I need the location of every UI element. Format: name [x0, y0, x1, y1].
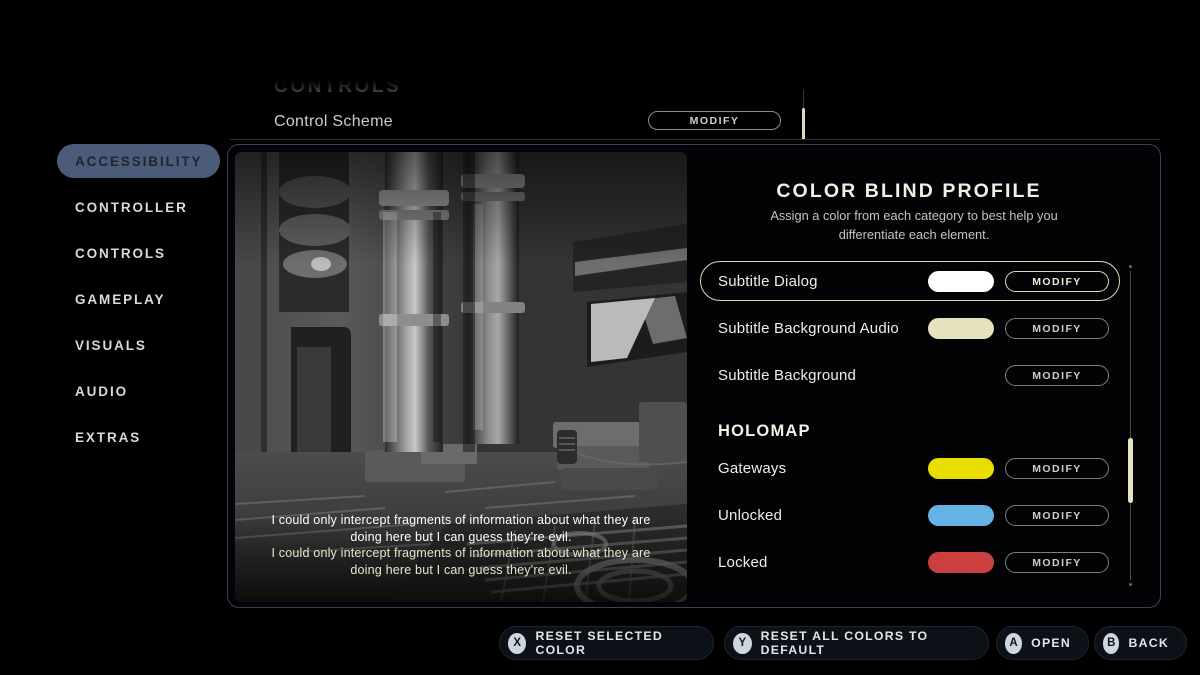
row-label: Locked — [718, 554, 768, 571]
group-heading-label: HOLOMAP — [718, 422, 811, 440]
setting-row-gateways[interactable]: Gateways MODIFY — [694, 445, 1134, 492]
modify-button[interactable]: MODIFY — [1005, 318, 1109, 339]
modify-button[interactable]: MODIFY — [1005, 505, 1109, 526]
background-section-heading: CONTROLS — [274, 76, 402, 97]
game-preview-image: I could only intercept fragments of info… — [235, 152, 687, 602]
sidebar-item-label: GAMEPLAY — [75, 291, 166, 307]
row-label: Unlocked — [718, 507, 783, 524]
modify-button[interactable]: MODIFY — [1005, 458, 1109, 479]
color-swatch[interactable] — [928, 552, 994, 573]
page-description: Assign a color from each category to bes… — [770, 208, 1058, 242]
background-divider — [230, 139, 1160, 140]
row-label: Subtitle Dialog — [718, 273, 818, 290]
setting-row-unlocked[interactable]: Unlocked MODIFY — [694, 492, 1134, 539]
button-prompt-bar: X RESET SELECTED COLOR Y RESET ALL COLOR… — [0, 626, 1200, 662]
color-blind-profile-panel: I could only intercept fragments of info… — [227, 144, 1161, 608]
setting-row-subtitle-background[interactable]: Subtitle Background MODIFY — [694, 352, 1134, 399]
setting-row-subtitle-dialog[interactable]: Subtitle Dialog MODIFY — [694, 258, 1134, 305]
sidebar-item-label: CONTROLS — [75, 245, 166, 261]
sidebar-item-audio[interactable]: AUDIO — [57, 374, 146, 408]
page-title: COLOR BLIND PROFILE — [776, 180, 1042, 202]
sidebar-item-controller[interactable]: CONTROLLER — [57, 190, 206, 224]
sidebar-item-extras[interactable]: EXTRAS — [57, 420, 159, 454]
subtitle-line-primary: I could only intercept fragments of info… — [271, 513, 651, 544]
color-swatch[interactable] — [928, 271, 994, 292]
prompt-back[interactable]: B BACK — [1094, 626, 1187, 660]
prompt-label: BACK — [1128, 636, 1169, 650]
settings-rows: Subtitle Dialog MODIFY Subtitle Backgrou… — [694, 258, 1134, 586]
options-column: COLOR BLIND PROFILE Assign a color from … — [694, 145, 1160, 607]
x-button-icon: X — [508, 632, 527, 654]
group-heading-holomap: HOLOMAP — [694, 399, 1134, 445]
setting-row-locked[interactable]: Locked MODIFY — [694, 539, 1134, 586]
background-settings-screen: CONTROLS Control Scheme MODIFY — [0, 0, 1200, 140]
prompt-reset-all-colors[interactable]: Y RESET ALL COLORS TO DEFAULT — [724, 626, 989, 660]
color-swatch[interactable] — [928, 318, 994, 339]
background-scrollbar-thumb[interactable] — [802, 108, 805, 140]
sidebar-item-label: VISUALS — [75, 337, 147, 353]
sidebar-item-gameplay[interactable]: GAMEPLAY — [57, 282, 183, 316]
control-scheme-modify-button[interactable]: MODIFY — [648, 111, 781, 130]
scrollbar-bottom-dot — [1129, 583, 1132, 586]
color-swatch[interactable] — [928, 505, 994, 526]
sidebar-item-label: CONTROLLER — [75, 199, 188, 215]
prompt-label: RESET SELECTED COLOR — [535, 629, 663, 657]
sidebar-item-label: AUDIO — [75, 383, 128, 399]
scrollbar-thumb[interactable] — [1128, 438, 1134, 503]
a-button-icon: A — [1005, 632, 1023, 654]
row-label: Gateways — [718, 460, 787, 477]
modify-button[interactable]: MODIFY — [1005, 365, 1109, 386]
prompt-open[interactable]: A OPEN — [996, 626, 1089, 660]
control-scheme-label: Control Scheme — [274, 113, 393, 130]
sidebar-item-label: EXTRAS — [75, 429, 142, 445]
prompt-reset-selected-color[interactable]: X RESET SELECTED COLOR — [499, 626, 714, 660]
prompt-label: OPEN — [1031, 636, 1071, 650]
subtitle-overlay: I could only intercept fragments of info… — [235, 512, 687, 578]
sidebar-item-label: ACCESSIBILITY — [75, 153, 203, 169]
color-swatch[interactable] — [928, 458, 994, 479]
b-button-icon: B — [1103, 632, 1120, 654]
options-scrollbar[interactable] — [1126, 263, 1136, 588]
row-label: Subtitle Background — [718, 367, 857, 384]
settings-screen: CONTROLS Control Scheme MODIFY ACCESSIBI… — [0, 0, 1200, 675]
prompt-label: RESET ALL COLORS TO DEFAULT — [760, 629, 929, 657]
scrollbar-top-dot — [1129, 265, 1132, 268]
subtitle-line-secondary: I could only intercept fragments of info… — [271, 546, 651, 577]
scrollbar-track[interactable] — [1130, 271, 1132, 580]
sidebar: ACCESSIBILITY CONTROLLER CONTROLS GAMEPL… — [0, 140, 230, 620]
sidebar-item-controls[interactable]: CONTROLS — [57, 236, 184, 270]
modify-button[interactable]: MODIFY — [1005, 271, 1109, 292]
row-label: Subtitle Background Audio — [718, 320, 899, 337]
y-button-icon: Y — [733, 632, 752, 654]
sidebar-item-accessibility[interactable]: ACCESSIBILITY — [57, 144, 220, 178]
modify-button[interactable]: MODIFY — [1005, 552, 1109, 573]
sidebar-item-visuals[interactable]: VISUALS — [57, 328, 165, 362]
setting-row-subtitle-background-audio[interactable]: Subtitle Background Audio MODIFY — [694, 305, 1134, 352]
